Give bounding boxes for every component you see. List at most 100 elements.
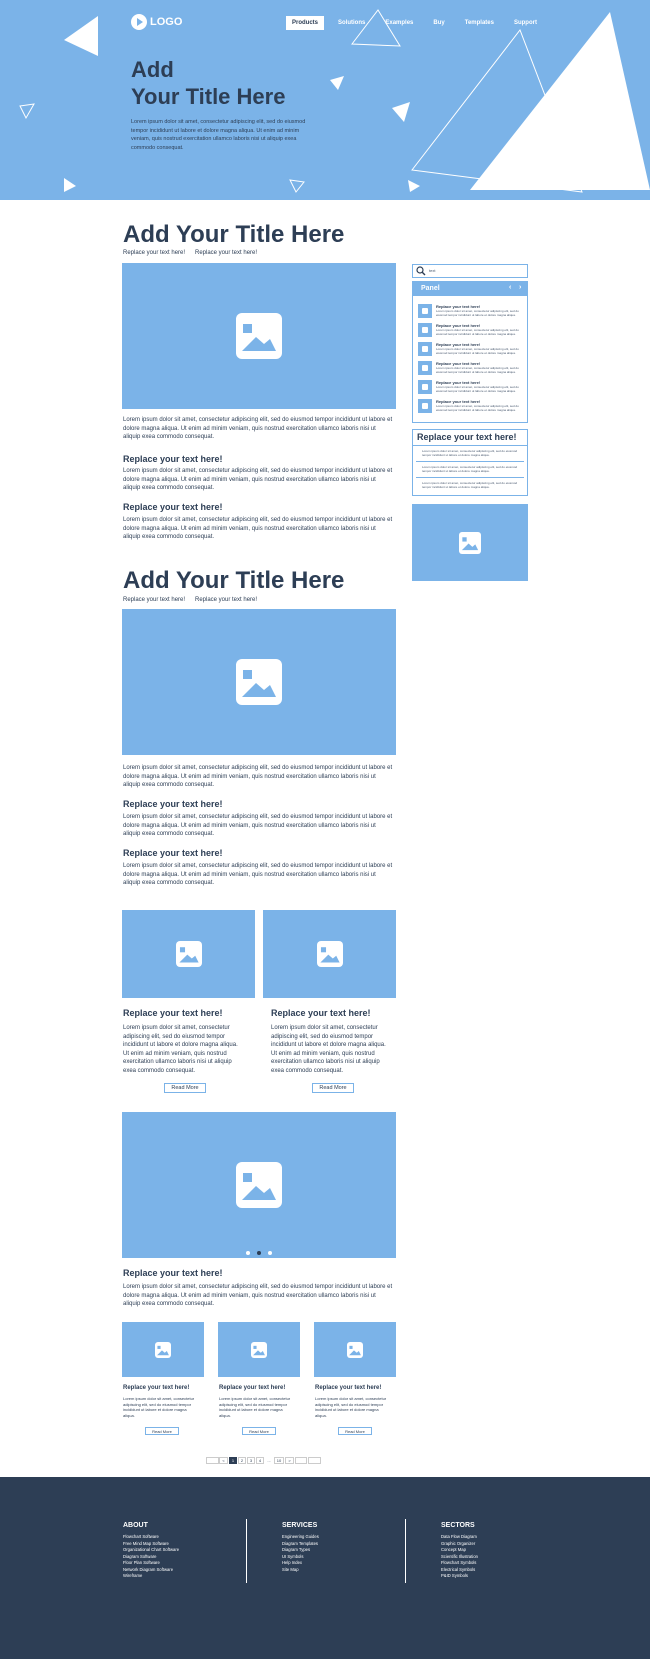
pagination-prev[interactable]: < [219,1457,228,1464]
nav-item-products[interactable]: Products [286,16,325,30]
nav-item-buy[interactable]: Buy [427,16,450,30]
hero-title-line-2: Your Title Here [131,84,286,109]
panel-item-text: Lorem ipsum dolor sit amet, consectetur … [436,404,519,412]
section-1-paragraph: Lorem ipsum dolor sit amet, consectetur … [123,417,393,440]
section-2-heading-1: Replace your text here! [123,799,223,809]
image-thumb-icon [418,323,432,337]
pagination-page[interactable]: 10 [274,1457,284,1464]
footer-about-links: Flowchart Software Free Mind Map Softwar… [123,1534,179,1580]
section-1-subtitle-2[interactable]: Replace your text here! [195,250,257,256]
panel-item-text: Lorem ipsum dolor sit amet, consectetur … [436,309,519,317]
pagination-page[interactable]: 1 [229,1457,237,1464]
pagination-page[interactable]: 4 [256,1457,264,1464]
text-list-box: Replace your text here! Lorem ipsum dolo… [412,429,528,496]
pagination-page[interactable]: 3 [247,1457,255,1464]
nav-item-templates[interactable]: Templates [459,16,500,30]
section-1-heading-2: Replace your text here! [123,502,223,512]
pagination-jump-input[interactable] [295,1457,307,1464]
image-slider[interactable] [122,1112,396,1258]
footer-link[interactable]: Site Map [282,1567,319,1574]
panel-item[interactable]: Replace your text here! Lorem ipsum dolor… [418,323,522,339]
text-list-title: Replace your text here! [417,432,517,442]
footer-link[interactable]: Data Flow Diagram [441,1534,478,1541]
read-more-button[interactable]: Read More [164,1083,206,1093]
image-placeholder-icon [175,941,202,967]
footer-link[interactable]: Engineering Guides [282,1534,319,1541]
panel-item[interactable]: Replace your text here! Lorem ipsum dolor… [418,342,522,358]
card-image [263,910,396,998]
read-more-button[interactable]: Read More [312,1083,354,1093]
section-2-paragraph: Lorem ipsum dolor sit amet, consectetur … [123,765,393,788]
panel-item[interactable]: Replace your text here! Lorem ipsum dolor… [418,380,522,396]
card-title: Replace your text here! [315,1385,382,1391]
read-more-button[interactable]: Read More [145,1427,179,1435]
hero-description: Lorem ipsum dolor sit amet, consectetur … [131,119,306,151]
search-input[interactable]: text [412,264,528,278]
image-placeholder-icon [155,1341,171,1358]
hero-banner: LOGO Products Solutions Examples Buy Tem… [0,0,650,200]
image-placeholder-icon [236,659,282,705]
panel-item-text: Lorem ipsum dolor sit amet, consectetur … [436,328,519,336]
section-2-image [122,609,396,755]
section-2-paragraph-1: Lorem ipsum dolor sit amet, consectetur … [123,814,393,837]
image-placeholder-icon [251,1341,267,1358]
slider-dot-active[interactable] [257,1251,261,1255]
footer-link[interactable]: Wireframe [123,1573,179,1580]
card-title: Replace your text here! [123,1008,223,1018]
footer-link[interactable]: Flowchart Symbols [441,1560,478,1567]
card-image [122,1322,204,1377]
sidebar-image [412,504,528,581]
section-2-paragraph-2: Lorem ipsum dolor sit amet, consectetur … [123,863,393,886]
image-thumb-icon [418,342,432,356]
card-text: Lorem ipsum dolor sit amet, consectetur … [271,1025,386,1074]
panel-header: Panel ‹ › [413,282,527,296]
section-1-title: Add Your Title Here [123,221,345,248]
list-item[interactable]: Lorem ipsum dolor sit amet, consectetur … [416,447,524,462]
panel-item[interactable]: Replace your text here! Lorem ipsum dolor… [418,399,522,415]
logo[interactable]: LOGO [131,14,182,30]
card-image [218,1322,300,1377]
read-more-button[interactable]: Read More [338,1427,372,1435]
image-placeholder-icon [236,1162,282,1208]
panel-item-text: Lorem ipsum dolor sit amet, consectetur … [436,385,519,393]
pagination-first[interactable] [206,1457,219,1464]
image-placeholder-icon [236,313,282,359]
pagination-last[interactable] [308,1457,321,1464]
slider-dot[interactable] [268,1251,272,1255]
section-1-paragraph-1: Lorem ipsum dolor sit amet, consectetur … [123,468,393,491]
panel-item-text: Lorem ipsum dolor sit amet, consectetur … [436,366,519,374]
image-thumb-icon [418,380,432,394]
section-1-subtitle-1[interactable]: Replace your text here! [123,250,185,256]
slider-dot[interactable] [246,1251,250,1255]
image-thumb-icon [418,399,432,413]
section-2-subtitle-1[interactable]: Replace your text here! [123,597,185,603]
footer-sectors-links: Data Flow Diagram Graphic Organizer Conc… [441,1534,478,1580]
image-thumb-icon [418,361,432,375]
footer-link[interactable]: P&ID Symbols [441,1573,478,1580]
read-more-button[interactable]: Read More [242,1427,276,1435]
nav-item-solutions[interactable]: Solutions [332,16,371,30]
nav-item-examples[interactable]: Examples [379,16,419,30]
card-text: Lorem ipsum dolor sit amet, consectetur … [123,1025,238,1074]
card-title: Replace your text here! [123,1385,190,1391]
panel: Panel ‹ › Replace your text here! Lorem i… [412,281,528,423]
pagination-next[interactable]: > [285,1457,294,1464]
panel-item[interactable]: Replace your text here! Lorem ipsum dolor… [418,304,522,320]
nav-item-support[interactable]: Support [508,16,543,30]
pagination-page[interactable]: 2 [238,1457,246,1464]
panel-title: Panel [421,285,440,292]
chevron-right-icon[interactable]: › [519,284,521,291]
hero-title-line-1: Add [131,57,174,82]
section-2-subtitle-2[interactable]: Replace your text here! [195,597,257,603]
card-text: Lorem ipsum dolor sit amet, consectetur … [123,1396,195,1418]
image-thumb-icon [418,304,432,318]
section-2-heading-2: Replace your text here! [123,848,223,858]
chevron-left-icon[interactable]: ‹ [509,284,511,291]
list-item[interactable]: Lorem ipsum dolor sit amet, consectetur … [416,479,524,494]
footer-link[interactable]: Organizational Chart Software [123,1547,179,1554]
slider-title: Replace your text here! [123,1268,223,1278]
list-item[interactable]: Lorem ipsum dolor sit amet, consectetur … [416,463,524,478]
hero-title: Add Your Title Here [131,56,285,110]
panel-item[interactable]: Replace your text here! Lorem ipsum dolor… [418,361,522,377]
image-placeholder-icon [316,941,343,967]
